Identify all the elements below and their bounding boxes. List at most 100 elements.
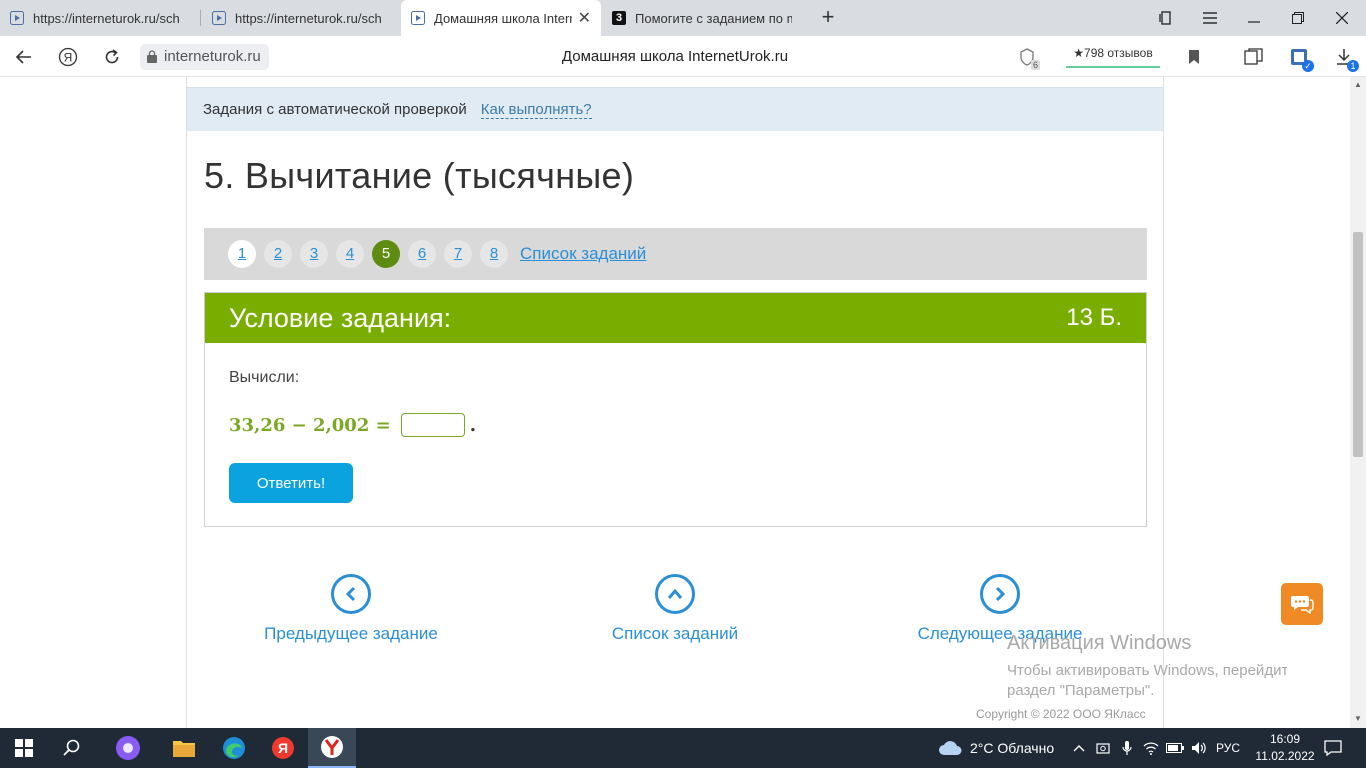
pager-item-2[interactable]: 2 [264,240,292,268]
znanija-favicon-icon: 3 [612,11,626,25]
microphone-icon[interactable] [1117,738,1137,758]
expression-trailing-dot: . [469,414,476,436]
play-icon [10,11,24,25]
search-icon[interactable] [48,728,96,768]
downloads-icon[interactable]: 1 [1333,46,1359,72]
weather-widget[interactable]: 2°C Облачно [938,728,1054,768]
tab-4[interactable]: 3 Помогите с заданием по m [602,0,802,36]
tab-strip: https://interneturok.ru/sch https://inte… [0,0,1366,36]
scroll-down-icon[interactable]: ▼ [1353,714,1363,723]
close-window-icon[interactable] [1320,0,1364,36]
answer-input[interactable] [400,413,465,437]
pager-item-current: 5 [372,240,400,268]
chevron-left-icon [331,574,371,614]
tab-count-badge: 6 [1030,60,1040,70]
alice-icon[interactable] [104,728,152,768]
file-explorer-icon[interactable] [160,728,208,768]
weather-text: 2°C Облачно [970,740,1055,756]
watermark-line-1: Чтобы активировать Windows, перейдите в [1007,662,1287,679]
chevron-right-icon [980,574,1020,614]
svg-text:Я: Я [64,51,73,65]
cloud-icon [939,741,962,755]
pager-item-3[interactable]: 3 [300,240,328,268]
clock-time: 16:09 [1269,732,1301,746]
new-tab-button[interactable]: + [815,5,841,31]
task-card: Условие задания: 13 Б. Вычисли: 33,26 − … [204,292,1147,527]
pager-item-8[interactable]: 8 [480,240,508,268]
how-to-link[interactable]: Как выполнять? [480,101,592,119]
page-scrollbar[interactable]: ▲ ▼ [1350,77,1366,728]
battery-icon[interactable] [1165,738,1185,758]
windows-activation-watermark: Активация Windows Чтобы активировать Win… [1007,632,1287,701]
prev-task-label: Предыдущее задание [264,624,438,643]
collections-icon[interactable] [1243,46,1265,68]
tab-3-active[interactable]: Домашняя школа Intern ✕ [401,0,601,36]
task-body: Вычисли: 33,26 − 2,002 = . Ответить! [205,343,1146,529]
svg-text:Я: Я [278,740,288,756]
extension-icon[interactable]: ✓ [1288,46,1314,72]
lock-icon [147,50,157,63]
notice-text: Задания с автоматической проверкой [203,101,467,118]
protect-icon[interactable]: 6 [1016,46,1040,70]
close-tab-icon[interactable]: ✕ [578,8,591,28]
math-expression: 33,26 − 2,002 = . [229,413,1122,437]
page-content: Задания с автоматической проверкой Как в… [186,77,1164,728]
task-heading: 5. Вычитание (тысячные) [204,155,635,196]
bookmark-icon[interactable] [1183,46,1205,68]
edge-icon[interactable] [210,728,258,768]
task-instruction: Вычисли: [229,369,300,386]
clock[interactable]: 16:09 11.02.2022 [1252,731,1318,765]
pager-item-1[interactable]: 1 [228,240,256,268]
tab-title: https://interneturok.ru/sch [33,10,180,26]
yandex-icon[interactable]: Я [55,44,81,70]
task-header: Условие задания: 13 Б. [205,293,1146,343]
chevron-up-tray-icon[interactable] [1069,738,1089,758]
play-icon [212,11,226,25]
reviews-button[interactable]: ★798 отзывов [1066,44,1160,68]
play-icon [411,11,425,25]
page-viewport: Задания с автоматической проверкой Как в… [0,77,1350,728]
list-tasks-link[interactable]: Список заданий [575,574,775,644]
prev-task-link[interactable]: Предыдущее задание [251,574,451,644]
watermark-title: Активация Windows [1007,632,1192,654]
address-bar: Я interneturok.ru Домашняя школа Interne… [0,36,1366,77]
chat-button[interactable] [1281,583,1323,625]
watermark-line-2: раздел "Параметры". [1007,682,1155,699]
page-title: Домашняя школа InternetUrok.ru [561,48,789,65]
task-pager: 1 2 3 4 5 6 7 8 Список заданий [204,228,1147,280]
tab-1[interactable]: https://interneturok.ru/sch [0,0,200,36]
tab-title: https://interneturok.ru/sch [235,10,382,26]
pager-item-7[interactable]: 7 [444,240,472,268]
minimize-icon[interactable] [1232,0,1276,36]
windows-taskbar: Я 2°C Облачно РУС 16:09 11.02.2022 [0,728,1366,768]
check-badge: ✓ [1302,60,1314,72]
camera-icon[interactable] [1093,738,1113,758]
scrollbar-thumb[interactable] [1353,232,1363,457]
expression-text: 33,26 − 2,002 = [229,414,391,436]
pager-item-4[interactable]: 4 [336,240,364,268]
notifications-icon[interactable] [1323,738,1343,758]
chat-icon [1291,596,1314,614]
volume-icon[interactable] [1189,738,1209,758]
tab-title: Домашняя школа Intern [434,10,572,26]
tab-manager-icon[interactable] [1144,0,1188,36]
restore-icon[interactable] [1276,0,1320,36]
yandex-browser-active-icon[interactable] [308,728,356,768]
language-indicator[interactable]: РУС [1216,728,1240,768]
reload-icon[interactable] [99,44,125,70]
task-list-link[interactable]: Список заданий [520,244,646,264]
yandex-browser-icon[interactable]: Я [259,728,307,768]
task-title: Условие задания: [229,302,452,333]
chevron-up-icon [655,574,695,614]
answer-button[interactable]: Ответить! [229,463,353,503]
url-text: interneturok.ru [164,48,261,65]
downloads-badge: 1 [1347,60,1359,72]
url-field[interactable]: interneturok.ru [140,44,269,70]
wifi-icon[interactable] [1141,738,1161,758]
scroll-up-icon[interactable]: ▲ [1353,80,1363,89]
tab-2[interactable]: https://interneturok.ru/sch [202,0,400,36]
menu-icon[interactable] [1188,0,1232,36]
back-icon[interactable] [11,44,37,70]
start-icon[interactable] [0,728,48,768]
pager-item-6[interactable]: 6 [408,240,436,268]
